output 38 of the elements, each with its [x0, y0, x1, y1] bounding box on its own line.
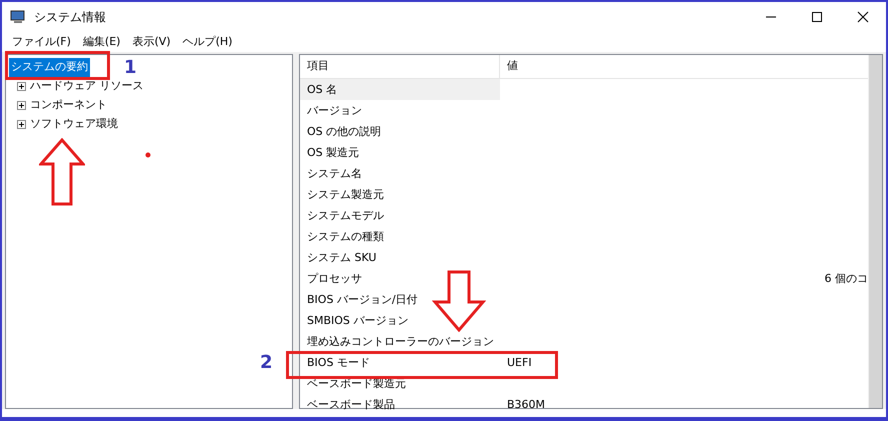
close-icon [857, 11, 869, 23]
window-title: システム情報 [34, 9, 106, 26]
down-arrow-icon [432, 270, 486, 332]
table-cell: 埋め込みコントローラーのバージョン [307, 335, 494, 348]
expand-icon[interactable] [17, 120, 26, 128]
menu-item[interactable]: ファイル(F) [6, 34, 77, 50]
table-cell: システム名 [307, 167, 362, 180]
table-cell: OS 製造元 [307, 146, 360, 159]
app-icon [10, 9, 26, 25]
table-cell: B360M [507, 398, 546, 411]
table-cell: システム製造元 [307, 188, 384, 201]
menu-item[interactable]: 編集(E) [76, 34, 126, 50]
menu-item[interactable]: ヘルプ(H) [176, 34, 238, 50]
table-cell: システムの種類 [307, 230, 384, 243]
table-cell: システム SKU [307, 251, 376, 264]
tree-item[interactable]: ソフトウェア環境 [26, 114, 124, 134]
up-arrow-icon [39, 138, 85, 206]
table-cell: UEFI [507, 356, 532, 369]
table-cell: ベースボード製品 [307, 398, 395, 411]
table-cell: システムモデル [307, 209, 384, 222]
expand-icon[interactable] [17, 100, 26, 110]
scrollbar[interactable] [868, 55, 882, 408]
callout-number: 2 [260, 351, 273, 375]
table-cell: BIOS バージョン/日付 [307, 293, 418, 306]
column-header[interactable]: 値 [500, 54, 524, 78]
tree-item[interactable]: コンポーネント [26, 96, 113, 114]
table-cell: SMBIOS バージョン [307, 314, 408, 327]
maximize-icon [811, 11, 823, 23]
expand-icon[interactable] [17, 82, 26, 90]
table-cell: BIOS モード [307, 356, 370, 369]
table-cell: OS の他の説明 [307, 125, 382, 138]
dot-icon [145, 152, 151, 158]
table-cell: プロセッサ [307, 272, 362, 285]
menu-item[interactable]: 表示(V) [126, 34, 177, 50]
table-cell: 6 個のコ [824, 272, 868, 285]
tree-item[interactable]: システムの要約 [9, 58, 90, 76]
table-cell: OS 名 [307, 83, 338, 96]
table-cell: バージョン [307, 104, 362, 117]
